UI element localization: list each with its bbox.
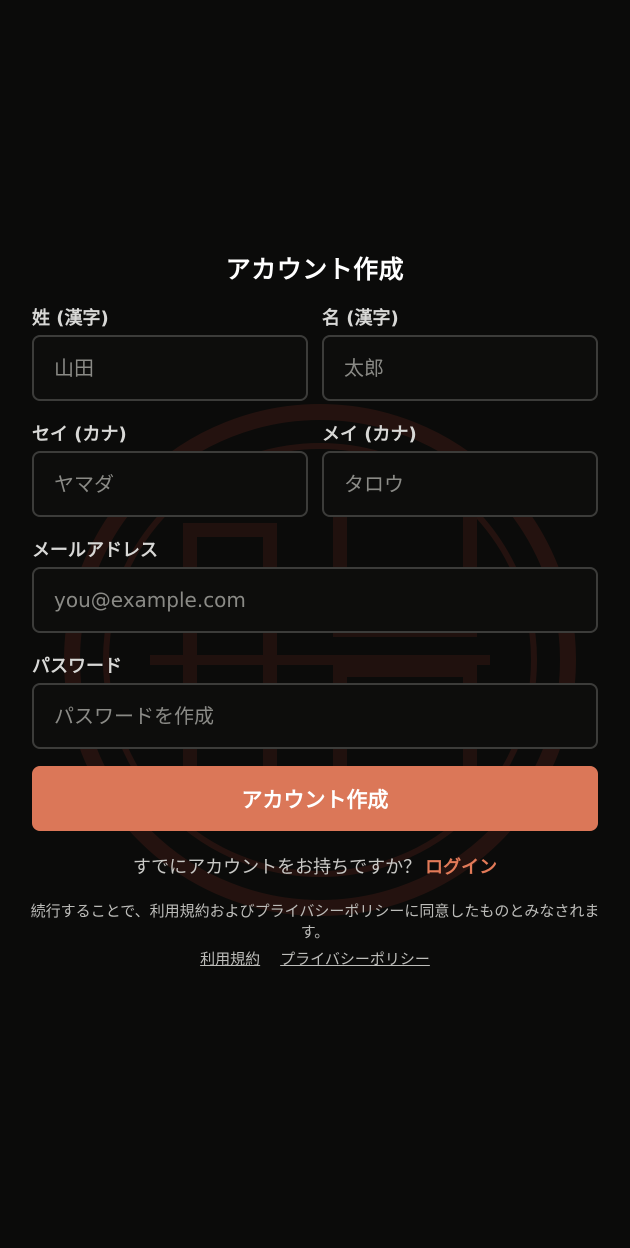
create-account-button[interactable]: アカウント作成 [32, 766, 598, 831]
first-name-label: 名 (漢字) [322, 308, 399, 329]
terms-link[interactable]: 利用規約 [200, 950, 260, 968]
first-name-kana-input[interactable] [322, 451, 598, 517]
login-prompt-text: すでにアカウントをお持ちですか？ [132, 857, 422, 878]
legal-links: 利用規約 プライバシーポリシー [0, 948, 630, 969]
last-name-kana-input[interactable] [32, 451, 308, 517]
email-input[interactable] [32, 567, 598, 633]
first-name-input[interactable] [322, 335, 598, 401]
password-label: パスワード [32, 656, 122, 677]
login-prompt: すでにアカウントをお持ちですか？ ログイン [0, 853, 630, 879]
password-input[interactable] [32, 683, 598, 749]
email-label: メールアドレス [32, 540, 158, 561]
page-title: アカウント作成 [225, 255, 405, 284]
last-name-label: 姓 (漢字) [32, 308, 109, 329]
last-name-input[interactable] [32, 335, 308, 401]
last-name-kana-label: セイ (カナ) [32, 424, 127, 445]
privacy-policy-link[interactable]: プライバシーポリシー [280, 950, 430, 968]
first-name-kana-label: メイ (カナ) [322, 424, 417, 445]
consent-text: 続行することで、利用規約およびプライバシーポリシーに同意したものとみなされます。 [30, 902, 600, 941]
login-link[interactable]: ログイン [425, 857, 497, 878]
